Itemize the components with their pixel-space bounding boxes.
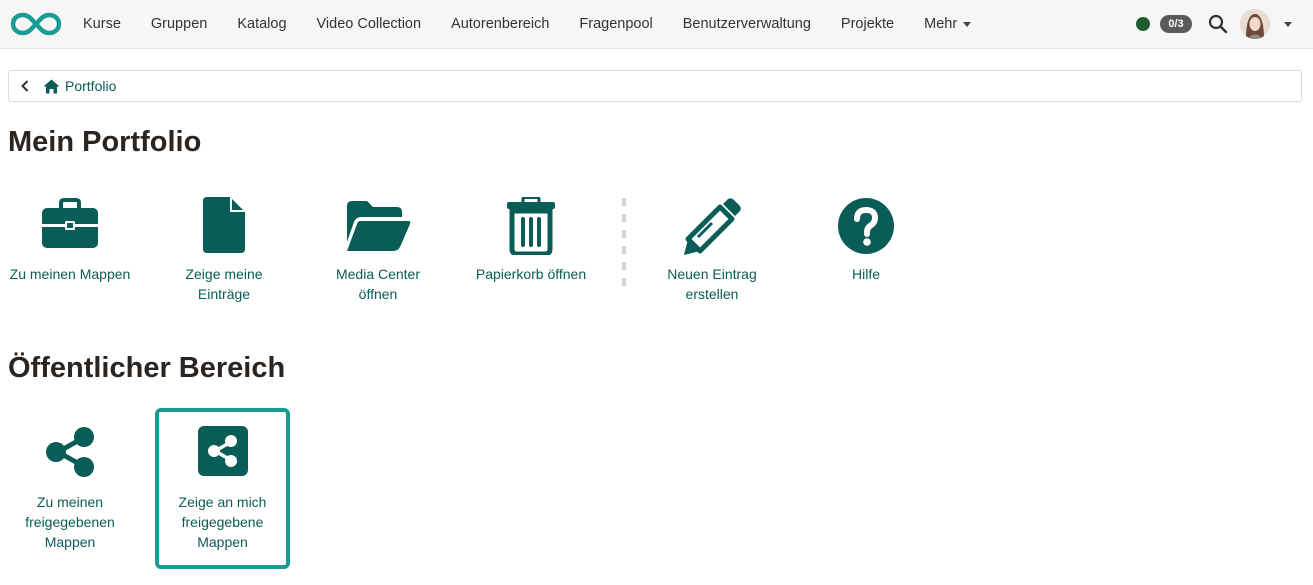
search-icon[interactable] <box>1208 14 1228 34</box>
tile-icon-wrap <box>466 197 596 255</box>
tile-label-line2: Einträge <box>197 286 251 302</box>
tile-my-shared-folders[interactable]: Zu meinen freigegebenen Mappen <box>5 412 135 567</box>
tile-icon-wrap <box>801 197 931 255</box>
tile-trash[interactable]: Papierkorb öffnen <box>466 190 596 340</box>
tile-shared-with-me[interactable]: Zeige an mich freigegebene Mappen <box>155 408 290 569</box>
tile-icon-wrap <box>313 200 443 252</box>
toolbar-divider <box>622 198 626 288</box>
tile-media-center[interactable]: Media Center öffnen <box>313 190 443 340</box>
nav-mehr[interactable]: Mehr <box>909 0 986 48</box>
tile-icon-wrap <box>159 196 289 254</box>
home-icon <box>43 79 60 93</box>
tile-label-line2: öffnen <box>358 286 398 302</box>
tile-label-line1: Media Center <box>335 266 421 282</box>
nav-benutzerverwaltung[interactable]: Benutzerverwaltung <box>668 0 826 48</box>
notification-badge[interactable]: 0/3 <box>1160 15 1192 33</box>
tile-label-line3: Mappen <box>44 534 96 550</box>
breadcrumb-portfolio[interactable]: Portfolio <box>43 78 116 94</box>
nav-projekte[interactable]: Projekte <box>826 0 909 48</box>
briefcase-icon <box>42 198 98 248</box>
tile-label: Hilfe <box>851 266 880 282</box>
tile-icon-wrap <box>159 426 286 476</box>
tile-label: Zu meinen Mappen <box>9 266 131 282</box>
help-icon <box>838 198 894 254</box>
pencil-icon <box>684 198 741 255</box>
tile-label-line1: Zu meinen <box>36 494 104 510</box>
tile-icon-wrap <box>5 198 135 250</box>
chevron-down-icon <box>963 21 972 27</box>
tile-label-line2: freigegebene <box>181 514 264 530</box>
nav-kurse[interactable]: Kurse <box>68 0 136 48</box>
back-button[interactable] <box>11 71 39 101</box>
main-nav: Kurse Gruppen Katalog Video Collection A… <box>68 0 986 48</box>
tile-my-folders[interactable]: Zu meinen Mappen <box>5 190 135 340</box>
tile-label-line1: Zeige an mich <box>178 494 267 510</box>
nav-mehr-label: Mehr <box>924 16 958 32</box>
trash-icon <box>507 197 555 255</box>
section-title-portfolio: Mein Portfolio <box>8 126 202 158</box>
folder-open-icon <box>347 201 411 251</box>
chevron-left-icon <box>21 80 29 92</box>
tile-label-line2: freigegebenen <box>25 514 115 530</box>
nav-gruppen[interactable]: Gruppen <box>136 0 222 48</box>
tile-label-line1: Neuen Eintrag <box>667 266 757 282</box>
tile-label-line2: erstellen <box>685 286 739 302</box>
nav-katalog[interactable]: Katalog <box>222 0 301 48</box>
openolat-logo-icon[interactable] <box>10 11 62 37</box>
tile-my-entries[interactable]: Zeige meine Einträge <box>159 190 289 340</box>
section-title-public: Öffentlicher Bereich <box>8 352 286 384</box>
file-icon <box>203 197 245 253</box>
tile-icon-wrap <box>647 197 777 257</box>
tile-help[interactable]: Hilfe <box>801 190 931 340</box>
tile-label-line1: Zeige meine <box>185 266 263 282</box>
top-navbar: Kurse Gruppen Katalog Video Collection A… <box>0 0 1313 49</box>
tile-icon-wrap <box>5 426 135 478</box>
tile-new-entry[interactable]: Neuen Eintrag erstellen <box>647 190 777 340</box>
avatar[interactable] <box>1240 9 1270 39</box>
online-status-icon[interactable] <box>1136 17 1150 31</box>
nav-video-collection[interactable]: Video Collection <box>302 0 437 48</box>
tile-label: Papierkorb öffnen <box>475 266 587 282</box>
breadcrumb: Portfolio <box>8 70 1302 102</box>
share-icon <box>46 427 94 477</box>
share-square-icon <box>197 426 248 476</box>
avatar-image-icon <box>1240 9 1270 39</box>
nav-fragenpool[interactable]: Fragenpool <box>564 0 667 48</box>
nav-autorenbereich[interactable]: Autorenbereich <box>436 0 564 48</box>
user-menu-chevron-icon[interactable] <box>1284 22 1292 27</box>
breadcrumb-label: Portfolio <box>65 78 117 94</box>
tile-label-line3: Mappen <box>197 534 248 550</box>
